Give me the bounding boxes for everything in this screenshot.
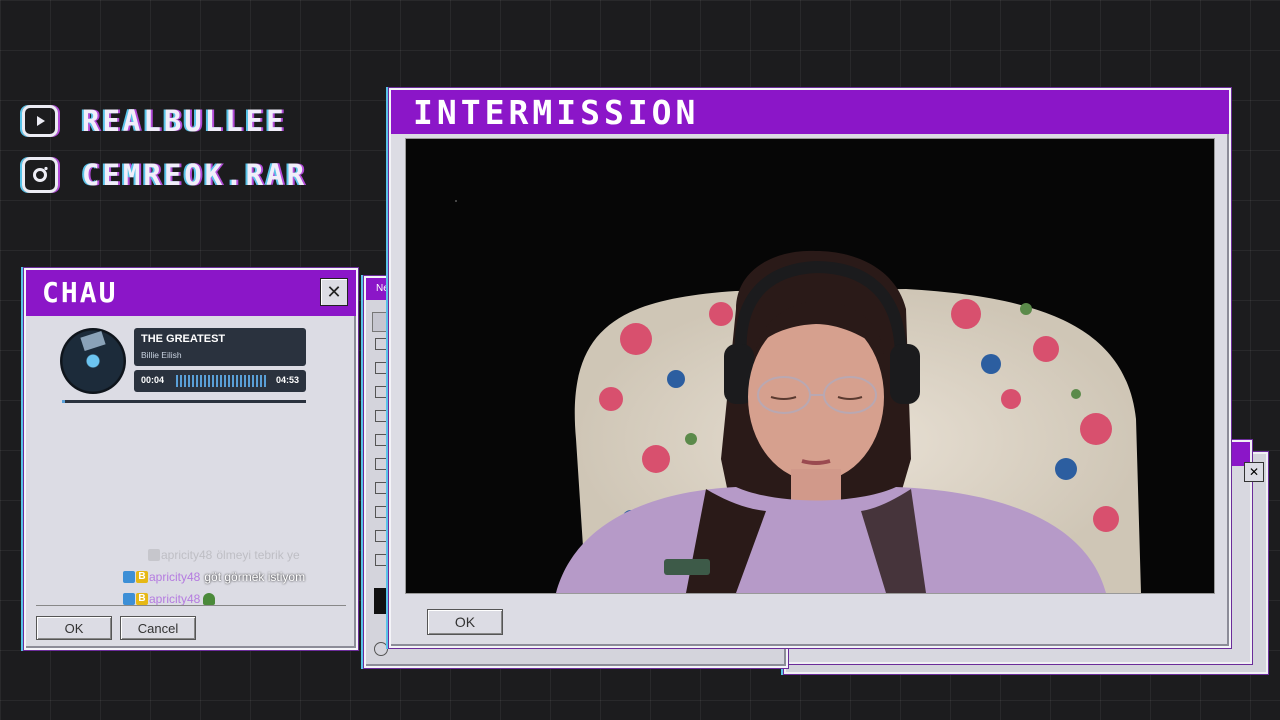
song-title: THE GREATEST — [141, 333, 226, 345]
webcam-feed — [405, 138, 1215, 594]
ok-label: OK — [64, 620, 84, 636]
youtube-handle: REALBULLEE — [82, 104, 287, 138]
foreground-color-swatch[interactable] — [374, 588, 386, 614]
pen-tool-icon[interactable] — [375, 506, 387, 518]
brush-tool-icon[interactable] — [375, 458, 387, 470]
paint-title: Ne — [376, 283, 389, 294]
eraser-tool-icon[interactable] — [375, 434, 387, 446]
paint-toolbox — [372, 312, 390, 656]
close-icon: ✕ — [326, 281, 342, 303]
elapsed-time: 00:04 — [141, 375, 165, 385]
instagram-social-row: CEMREOK.RAR — [22, 157, 307, 193]
chat-message: B apricity48 — [123, 592, 216, 606]
stamp-tool-icon[interactable] — [375, 410, 387, 422]
chat-message: B apricity48 göt görmek istiyom — [123, 570, 305, 584]
chat-username: apricity48 — [149, 570, 201, 584]
cancel-label: Cancel — [137, 620, 179, 636]
total-duration: 04:53 — [275, 375, 299, 385]
song-info-box: THE GREATEST Billie Eilish — [134, 328, 306, 366]
bits-badge-icon: B — [136, 571, 148, 583]
pointer-tool-icon[interactable] — [375, 482, 387, 494]
ok-button[interactable]: OK — [36, 616, 112, 640]
youtube-icon — [22, 105, 58, 137]
chat-title: CHAU — [42, 276, 118, 309]
chat-username: apricity48 — [161, 548, 213, 562]
progress-fill — [62, 400, 66, 403]
close-button[interactable]: ✕ — [320, 278, 348, 306]
chat-window: CHAU ✕ THE GREATEST Billie Eilish 00:04 … — [24, 268, 358, 650]
zoom-tool-icon[interactable] — [374, 642, 388, 656]
vinyl-record-icon — [60, 328, 126, 394]
intermission-title: INTERMISSION — [413, 93, 700, 132]
music-player: THE GREATEST Billie Eilish 00:04 04:53 — [60, 326, 310, 406]
chat-divider — [36, 605, 346, 606]
instagram-icon — [22, 157, 58, 193]
hand-tool-icon[interactable] — [375, 554, 387, 566]
chat-titlebar: CHAU ✕ — [26, 270, 356, 316]
chat-text: ölmeyi tebrik ye — [216, 548, 300, 562]
lasso-tool-icon[interactable] — [375, 338, 387, 350]
album-sticker — [80, 330, 106, 352]
stacked-close-button[interactable]: ✕ — [1244, 462, 1264, 482]
chat-text: göt görmek istiyom — [204, 570, 306, 584]
sub-badge-icon — [148, 549, 160, 561]
face — [748, 313, 884, 481]
waveform — [176, 375, 266, 387]
ok-button[interactable]: OK — [427, 609, 503, 635]
sub-badge-icon — [123, 593, 135, 605]
text-tool-icon[interactable] — [375, 530, 387, 542]
crop-tool-icon[interactable] — [375, 362, 387, 374]
pencil-tool-icon[interactable] — [375, 386, 387, 398]
select-tool-icon[interactable] — [372, 312, 390, 332]
youtube-social-row: REALBULLEE — [22, 104, 287, 138]
progress-track[interactable] — [62, 400, 306, 403]
song-artist: Billie Eilish — [141, 350, 182, 360]
intermission-titlebar: INTERMISSION — [391, 90, 1229, 134]
sweater-logo — [664, 559, 710, 575]
chat-username: apricity48 — [149, 592, 201, 606]
frog-emote-icon — [203, 593, 216, 605]
ok-label: OK — [454, 614, 476, 630]
time-box: 00:04 04:53 — [134, 370, 306, 392]
intermission-window: INTERMISSION OK — [389, 88, 1231, 648]
sub-badge-icon — [123, 571, 135, 583]
instagram-handle: CEMREOK.RAR — [82, 158, 308, 192]
bits-badge-icon: B — [136, 593, 148, 605]
chat-message: apricity48 ölmeyi tebrik ye — [148, 548, 300, 562]
cancel-button[interactable]: Cancel — [120, 616, 196, 640]
webcam-scene — [455, 200, 1141, 593]
